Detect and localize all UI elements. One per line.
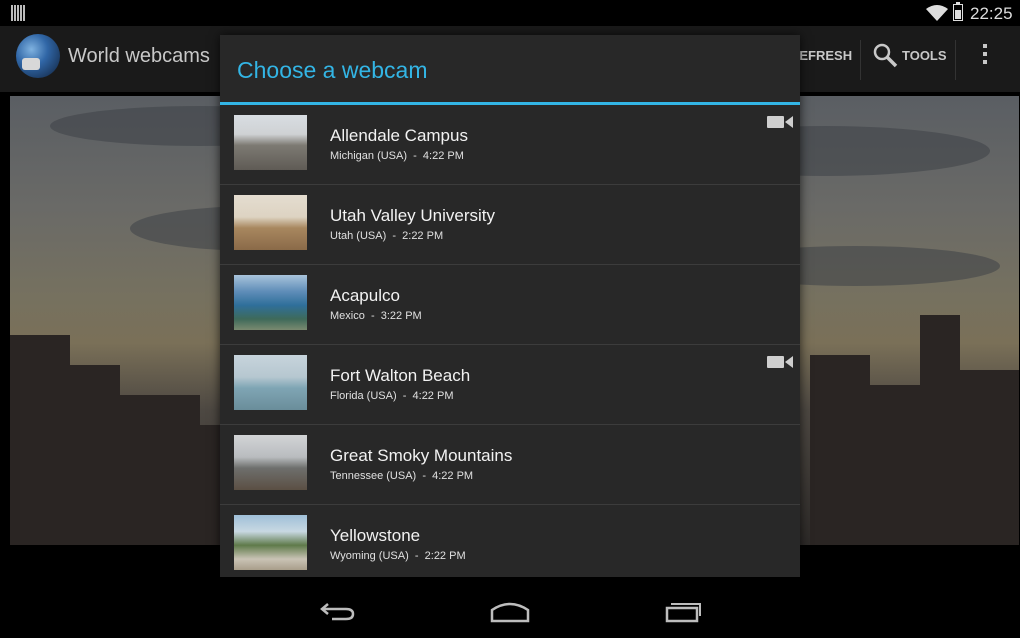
webcam-subtitle: Utah (USA) - 2:22 PM — [330, 230, 444, 242]
tools-label: TOOLS — [902, 48, 947, 63]
webcam-name: Great Smoky Mountains — [330, 446, 513, 465]
webcam-subtitle: Wyoming (USA) - 2:22 PM — [330, 550, 466, 562]
notification-icon — [11, 5, 25, 21]
home-icon[interactable] — [490, 601, 530, 623]
dialog-title: Choose a webcam — [237, 57, 428, 83]
overflow-menu-icon[interactable] — [983, 44, 988, 68]
webcam-name: Fort Walton Beach — [330, 366, 471, 385]
wifi-icon — [926, 5, 948, 21]
webcam-name: Utah Valley University — [330, 206, 496, 225]
webcam-subtitle: Michigan (USA) - 4:22 PM — [330, 150, 464, 162]
webcam-name: Allendale Campus — [330, 126, 468, 145]
list-item[interactable]: Allendale Campus Michigan (USA) - 4:22 P… — [220, 105, 800, 185]
recent-apps-icon[interactable] — [664, 599, 702, 623]
list-item[interactable]: Acapulco Mexico - 3:22 PM — [220, 265, 800, 345]
webcam-list[interactable]: Allendale Campus Michigan (USA) - 4:22 P… — [220, 105, 800, 577]
webcam-thumbnail — [234, 435, 307, 490]
app-title: World webcams — [68, 45, 210, 67]
webcam-thumbnail — [234, 355, 307, 410]
list-item[interactable]: Yellowstone Wyoming (USA) - 2:22 PM — [220, 505, 800, 577]
status-bar: 22:25 — [0, 0, 1020, 26]
list-item[interactable]: Great Smoky Mountains Tennessee (USA) - … — [220, 425, 800, 505]
webcam-subtitle: Florida (USA) - 4:22 PM — [330, 390, 454, 402]
video-camera-icon — [767, 356, 793, 368]
list-item[interactable]: Fort Walton Beach Florida (USA) - 4:22 P… — [220, 345, 800, 425]
navigation-bar — [0, 585, 1020, 638]
list-item[interactable]: Utah Valley University Utah (USA) - 2:22… — [220, 185, 800, 265]
action-divider — [860, 40, 861, 80]
back-icon[interactable] — [318, 599, 356, 623]
webcam-thumbnail — [234, 515, 307, 570]
clock: 22:25 — [970, 4, 1013, 23]
webcam-thumbnail — [234, 195, 307, 250]
video-camera-icon — [767, 116, 793, 128]
webcam-subtitle: Mexico - 3:22 PM — [330, 310, 422, 322]
magnifier-tools-icon — [873, 43, 898, 68]
webcam-thumbnail — [234, 275, 307, 330]
webcam-name: Yellowstone — [330, 526, 421, 545]
action-divider — [955, 40, 956, 80]
webcam-subtitle: Tennessee (USA) - 4:22 PM — [330, 470, 474, 482]
choose-webcam-dialog: Choose a webcam Allendale Campus Michiga… — [220, 35, 800, 577]
battery-icon — [953, 2, 963, 21]
webcam-name: Acapulco — [330, 286, 400, 305]
webcam-thumbnail — [234, 115, 307, 170]
globe-webcam-logo-icon[interactable] — [16, 34, 60, 78]
